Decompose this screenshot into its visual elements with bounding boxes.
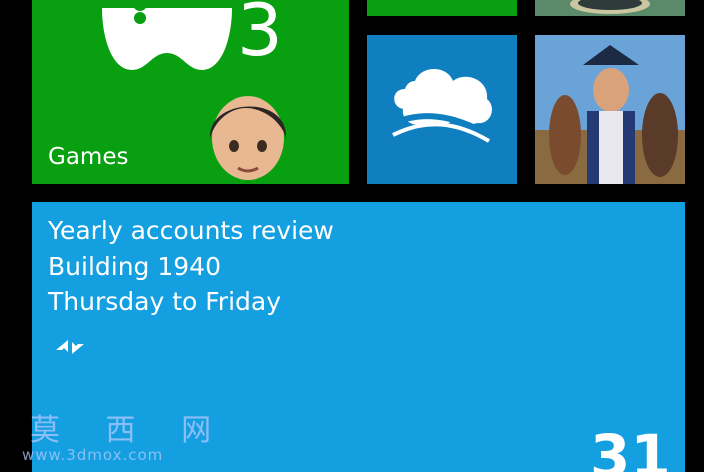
xbox-controller-icon xyxy=(102,0,232,70)
games-tile[interactable]: 3 Games xyxy=(32,0,349,184)
top-game-tile[interactable] xyxy=(535,0,685,16)
cloud-icon xyxy=(387,69,492,143)
game-art-tile[interactable] xyxy=(535,35,685,184)
games-badge-count: 3 xyxy=(237,0,283,72)
event-time: Thursday to Friday xyxy=(48,287,282,316)
skydrive-tile[interactable] xyxy=(367,35,517,184)
game-art-image xyxy=(535,0,685,16)
calendar-day-number: 31 xyxy=(590,422,671,472)
watermark-url: www.3dmox.com xyxy=(22,446,164,464)
compress-arrows-icon xyxy=(52,334,88,360)
top-green-tile[interactable] xyxy=(367,0,517,16)
avatar xyxy=(209,96,287,180)
game-art-image xyxy=(535,35,685,184)
event-location: Building 1940 xyxy=(48,252,221,281)
watermark: 莫 西 网 xyxy=(30,413,230,448)
games-label: Games xyxy=(48,144,129,170)
event-title: Yearly accounts review xyxy=(48,216,334,245)
